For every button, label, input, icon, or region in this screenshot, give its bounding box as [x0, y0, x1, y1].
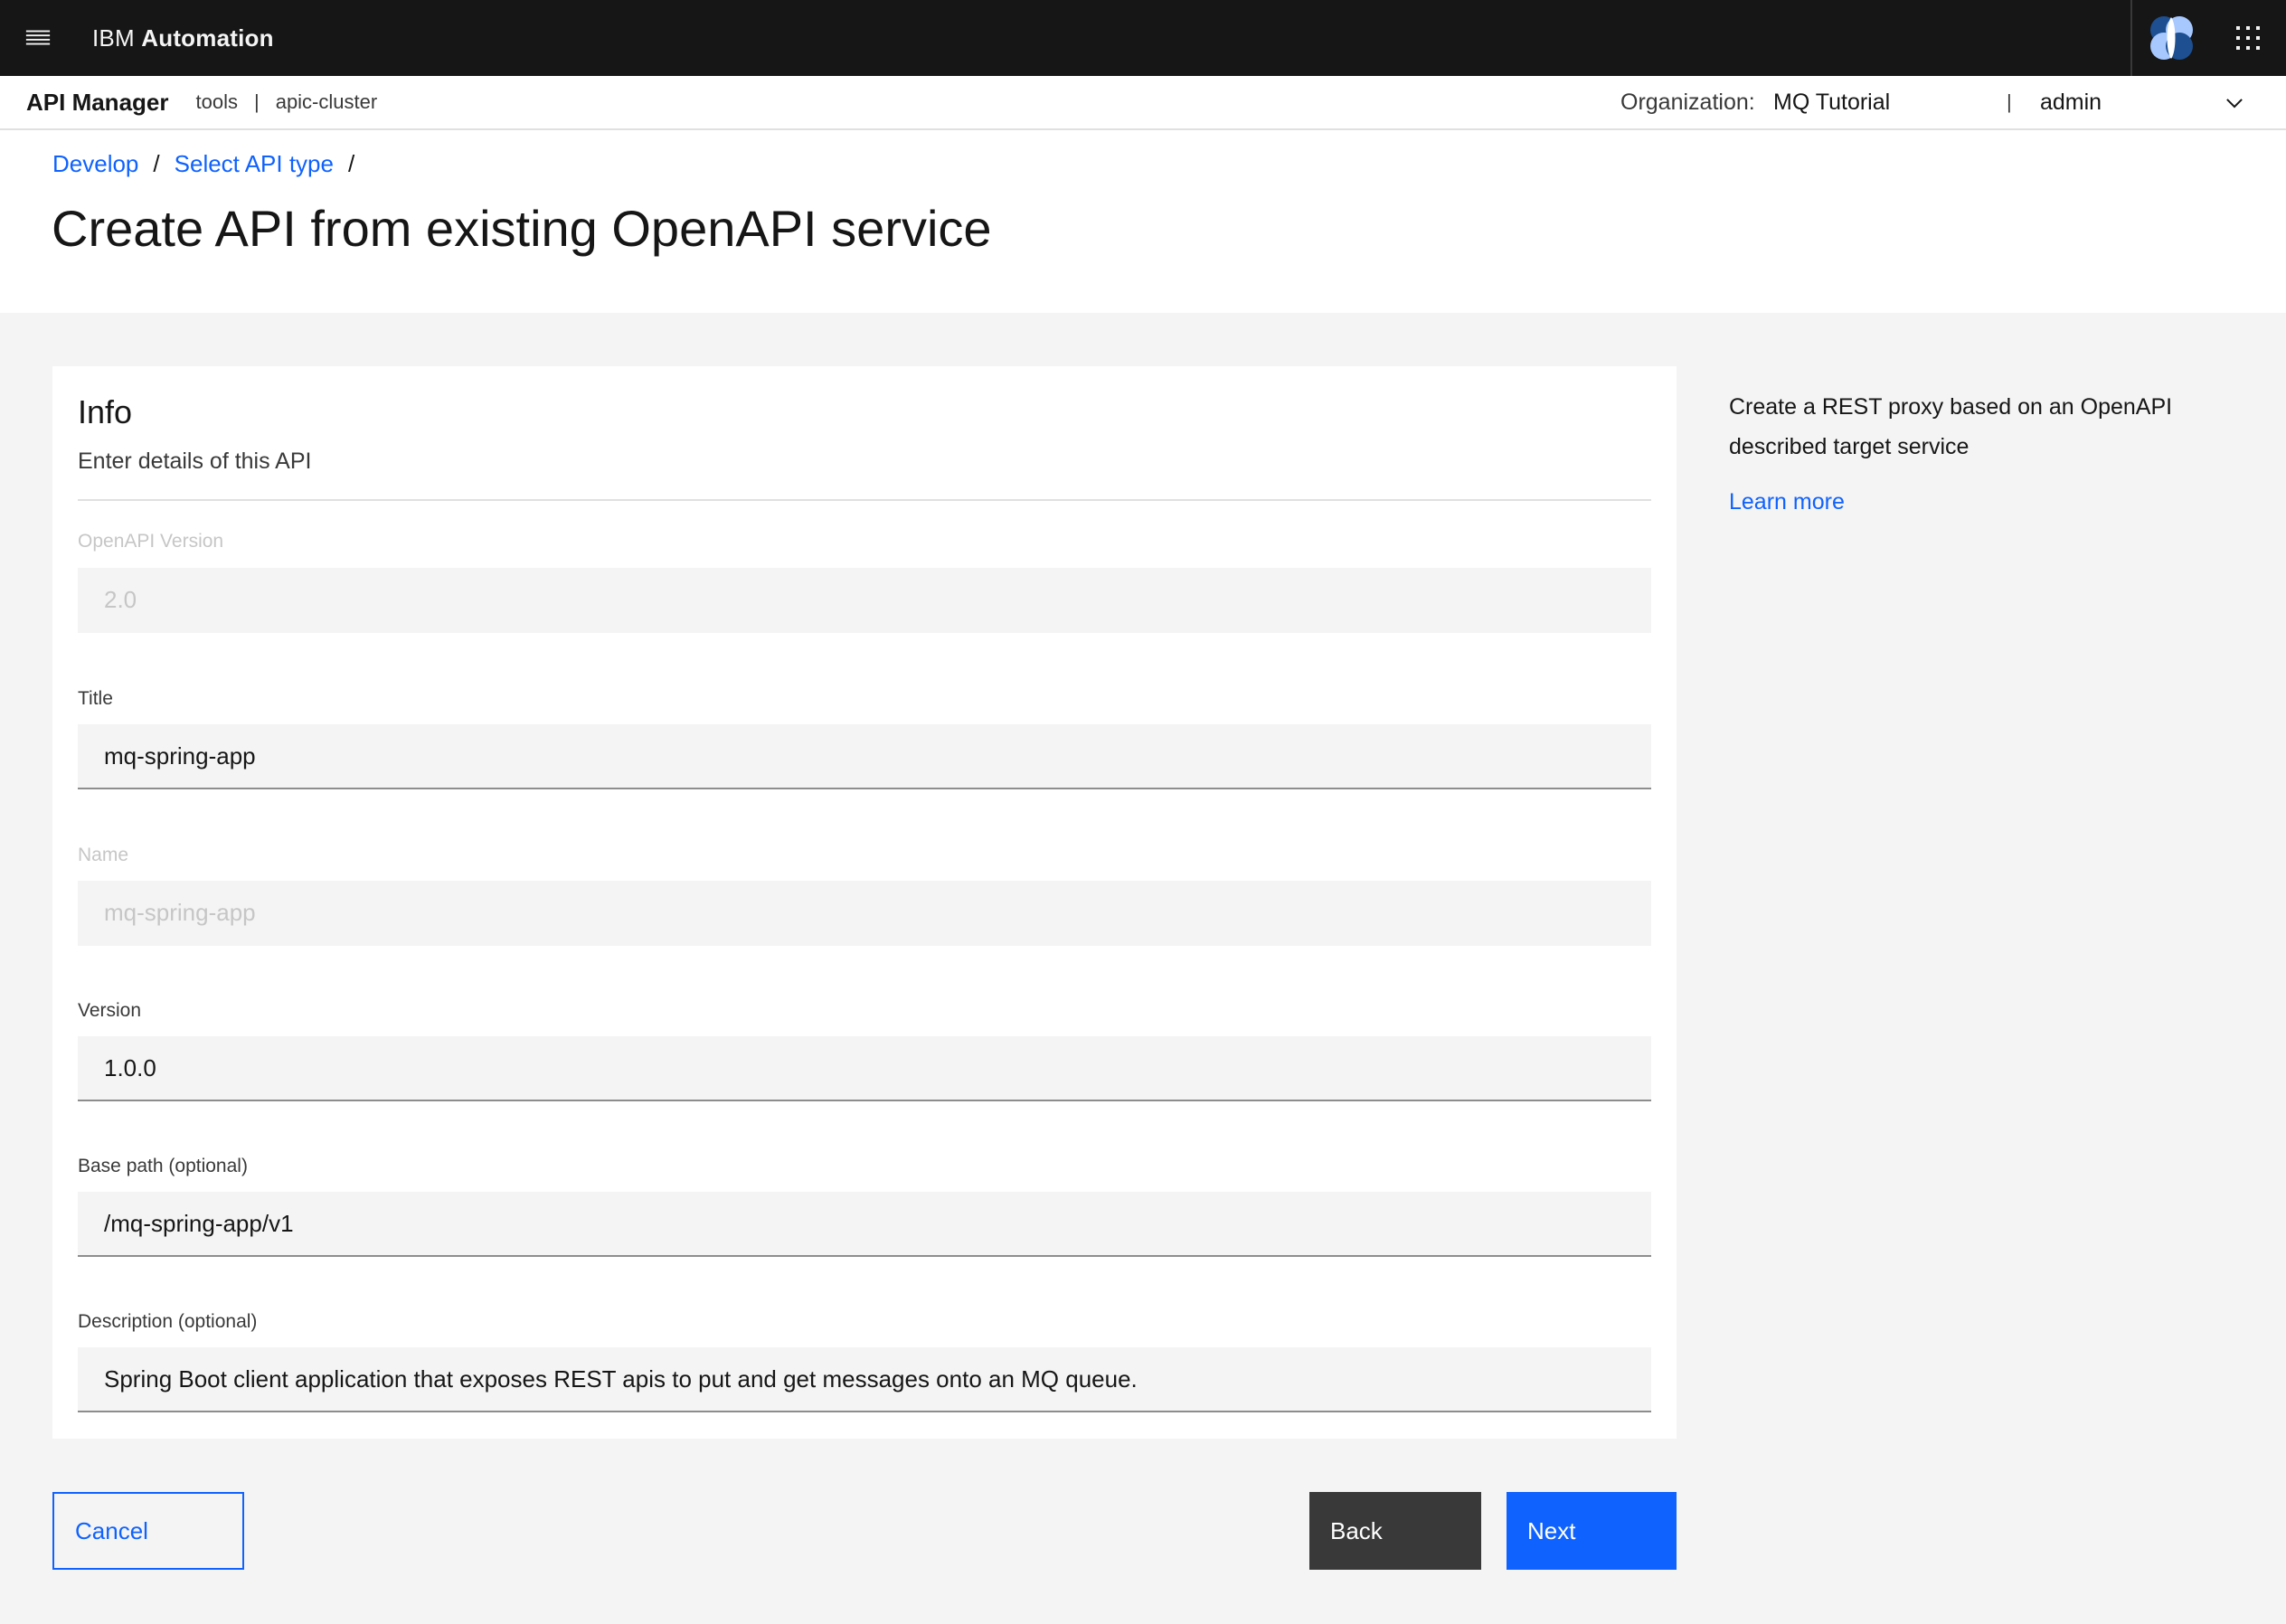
cancel-button[interactable]: Cancel: [52, 1492, 244, 1570]
version-field[interactable]: [78, 1036, 1651, 1101]
description-label: Description (optional): [78, 1311, 258, 1332]
base-path-label: Base path (optional): [78, 1156, 248, 1176]
brand-name[interactable]: IBM Automation: [92, 24, 274, 52]
name-label: Name: [78, 845, 129, 865]
user-separator: |: [2007, 90, 2012, 113]
chevron-down-icon[interactable]: [2223, 91, 2246, 115]
back-button[interactable]: Back: [1309, 1492, 1481, 1570]
page-header: Develop / Select API type / Create API f…: [0, 130, 2286, 313]
breadcrumb-develop[interactable]: Develop: [52, 150, 138, 178]
masthead: IBM Automation: [0, 0, 2286, 76]
breadcrumb-separator: /: [347, 150, 355, 177]
product-bar: API Manager tools | apic-cluster Organiz…: [0, 76, 2286, 130]
help-text: Create a REST proxy based on an OpenAPI …: [1729, 394, 2173, 459]
base-path-field[interactable]: [78, 1192, 1651, 1257]
organization-label: Organization:: [1620, 89, 1755, 115]
organization-selector[interactable]: MQ Tutorial: [1773, 90, 1890, 116]
title-field[interactable]: [78, 724, 1651, 789]
divider: [78, 499, 1651, 501]
info-card: Info Enter details of this API OpenAPI V…: [52, 366, 1677, 1439]
user-menu[interactable]: admin: [2040, 90, 2102, 116]
menu-icon[interactable]: [0, 0, 76, 76]
version-label: Version: [78, 1000, 142, 1021]
automation-avatar-icon[interactable]: [2130, 0, 2210, 76]
breadcrumb-select-api-type[interactable]: Select API type: [175, 150, 334, 178]
openapi-version-field: [78, 568, 1651, 633]
learn-more-link[interactable]: Learn more: [1729, 489, 1845, 515]
card-subheading: Enter details of this API: [78, 448, 312, 474]
context-cluster: apic-cluster: [275, 90, 378, 113]
name-field: [78, 881, 1651, 946]
app-switcher-icon[interactable]: [2210, 0, 2286, 76]
context-path: tools | apic-cluster: [196, 90, 378, 114]
context-separator: |: [253, 90, 260, 113]
description-field[interactable]: [78, 1347, 1651, 1412]
card-heading: Info: [78, 393, 133, 430]
breadcrumb: Develop / Select API type /: [52, 150, 369, 178]
product-name[interactable]: API Manager: [26, 89, 169, 117]
title-label: Title: [78, 688, 113, 709]
openapi-version-label: OpenAPI Version: [78, 531, 224, 552]
context-namespace: tools: [195, 90, 238, 113]
next-button[interactable]: Next: [1507, 1492, 1677, 1570]
breadcrumb-separator: /: [153, 150, 160, 177]
brand-prefix: IBM: [92, 24, 135, 52]
brand-product: Automation: [141, 24, 274, 52]
page-title: Create API from existing OpenAPI service: [52, 200, 992, 257]
